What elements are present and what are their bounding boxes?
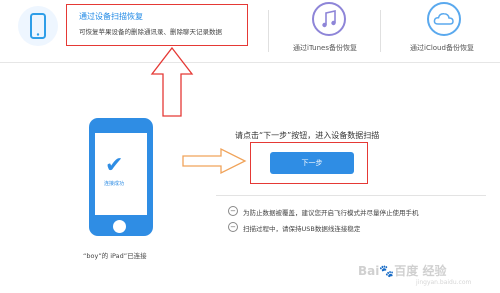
music-note-icon	[322, 10, 336, 28]
annotation-arrow-up	[150, 46, 194, 117]
minus-circle-icon: −	[228, 222, 238, 232]
note-airplane-mode: 为防止数据被覆盖，建议您开启飞行模式并尽量停止使用手机	[243, 209, 419, 217]
device-mode-icon[interactable]	[18, 6, 58, 46]
icloud-mode-icon[interactable]	[427, 2, 461, 36]
home-button-icon	[113, 220, 126, 233]
phone-icon	[30, 13, 46, 39]
connection-status-text: 连接成功	[104, 181, 125, 187]
baidu-watermark: Bai🐾百度 经验	[358, 264, 447, 278]
next-button[interactable]: 下一步	[270, 152, 354, 174]
section-divider	[216, 195, 486, 196]
icloud-mode-label[interactable]: 通过iCloud备份恢复	[410, 43, 474, 53]
mode-divider	[268, 10, 269, 52]
baidu-watermark-url: jingyan.baidu.com	[416, 279, 472, 286]
connected-device-label: “boy”的 iPad”已连接	[83, 252, 147, 260]
minus-circle-icon: −	[228, 206, 238, 216]
note-usb-stable: 扫描过程中，请保持USB数据线连接稳定	[243, 225, 361, 233]
mode-divider	[380, 10, 381, 52]
annotation-arrow-right	[182, 147, 247, 175]
cloud-icon	[433, 13, 454, 25]
scan-instruction: 请点击“下一步”按钮，进入设备数据扫描	[235, 131, 380, 140]
device-mode-annotation-box	[66, 4, 248, 46]
checkmark-icon: ✔	[105, 153, 124, 178]
itunes-mode-icon[interactable]	[312, 2, 346, 36]
itunes-mode-label[interactable]: 通过iTunes备份恢复	[293, 43, 357, 53]
